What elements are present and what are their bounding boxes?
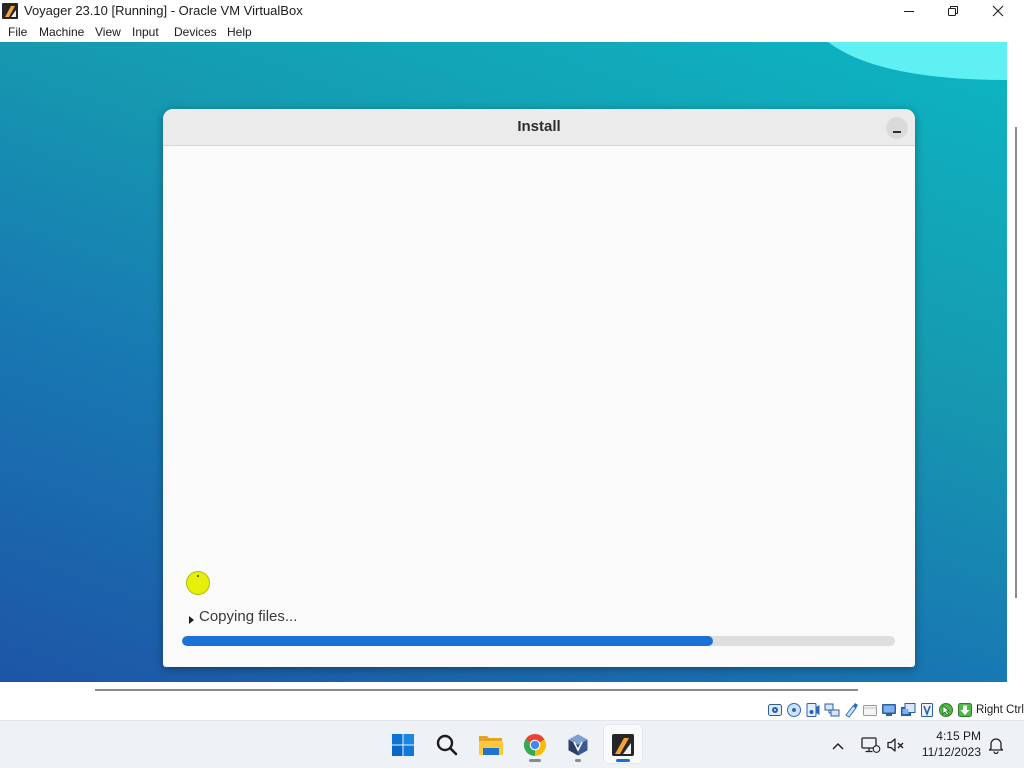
windows-start-icon [392,734,414,756]
voyager-active-indicator [616,759,630,762]
installer-header[interactable]: Install [163,109,915,146]
installer-minimize-button[interactable] [886,117,908,139]
chrome-icon [523,733,547,756]
windows-taskbar: 4:15 PM 11/12/2023 [0,720,1024,768]
host-key-label[interactable]: Right Ctrl [976,703,1024,717]
recording-icon[interactable] [900,702,916,718]
installer-title: Install [517,118,561,135]
menu-devices[interactable]: Devices [174,25,217,40]
installer-window[interactable]: Install Copying files... [163,109,915,667]
restore-window-button[interactable] [931,0,975,22]
chrome-button[interactable] [522,732,548,758]
file-explorer-button[interactable] [478,732,504,758]
virtualbox-button[interactable] [565,732,591,758]
optical-drive-icon[interactable] [786,702,802,718]
horizontal-scrollbar[interactable] [95,689,858,691]
clock-time: 4:15 PM [936,729,981,743]
menu-help[interactable]: Help [227,25,252,40]
vertical-scroll-area [1007,42,1024,682]
network-icon [861,737,881,753]
guest-display[interactable]: Install Copying files... [0,42,1007,682]
window-titlebar[interactable]: Voyager 23.10 [Running] - Oracle VM Virt… [0,0,1024,22]
menu-machine[interactable]: Machine [39,25,84,40]
cpu-icon[interactable] [919,702,935,718]
search-button[interactable] [434,732,460,758]
search-icon [436,734,458,756]
clock-date: 11/12/2023 [921,745,981,759]
menu-view[interactable]: View [95,25,121,40]
taskbar-clock[interactable]: 4:15 PM 11/12/2023 [905,721,981,769]
show-hidden-icons-button[interactable] [830,739,846,751]
shared-folders-icon[interactable] [862,702,878,718]
mouse-integration-icon[interactable] [938,702,954,718]
status-icon-group [767,702,973,718]
voyager-vm-button[interactable] [610,732,636,758]
minimize-window-button[interactable] [887,0,931,22]
install-status-text: Copying files... [199,608,298,625]
volume-tray-button[interactable] [886,736,906,754]
audio-icon[interactable] [805,702,821,718]
minimize-icon [904,11,914,12]
virtualbox-running-indicator [575,759,581,762]
keyboard-capture-icon[interactable] [957,702,973,718]
file-explorer-icon [479,736,503,755]
window-title: Voyager 23.10 [Running] - Oracle VM Virt… [24,3,303,18]
vm-status-bar: Right Ctrl [0,700,1024,720]
notifications-button[interactable] [988,736,1004,755]
close-window-button[interactable] [976,0,1020,22]
start-button[interactable] [390,732,416,758]
voyager-vm-icon[interactable] [2,3,18,19]
usb-icon[interactable] [843,702,859,718]
display-icon[interactable] [881,702,897,718]
minimize-icon [893,131,901,133]
chevron-up-icon [832,742,844,750]
hard-disk-icon[interactable] [767,702,783,718]
vertical-scrollbar[interactable] [1015,127,1017,598]
cursor-highlight [186,571,210,595]
install-progress-bar [182,636,895,646]
restore-icon [948,6,958,16]
cursor-pointer-dot [197,575,199,577]
install-progress-fill [182,636,714,646]
network-tray-button[interactable] [861,736,881,754]
close-icon [992,5,1004,17]
network-icon[interactable] [824,702,840,718]
horizontal-scroll-area [0,682,1024,700]
expander-arrow-icon[interactable] [189,616,194,624]
notification-bell-icon [988,738,1004,755]
chrome-running-indicator [529,759,541,762]
menu-input[interactable]: Input [132,25,159,40]
menu-bar: File Machine View Input Devices Help [0,22,1024,42]
virtualbox-icon [568,734,588,756]
menu-file[interactable]: File [8,25,27,40]
voyager-vm-icon [612,734,634,756]
volume-muted-icon [887,738,904,752]
